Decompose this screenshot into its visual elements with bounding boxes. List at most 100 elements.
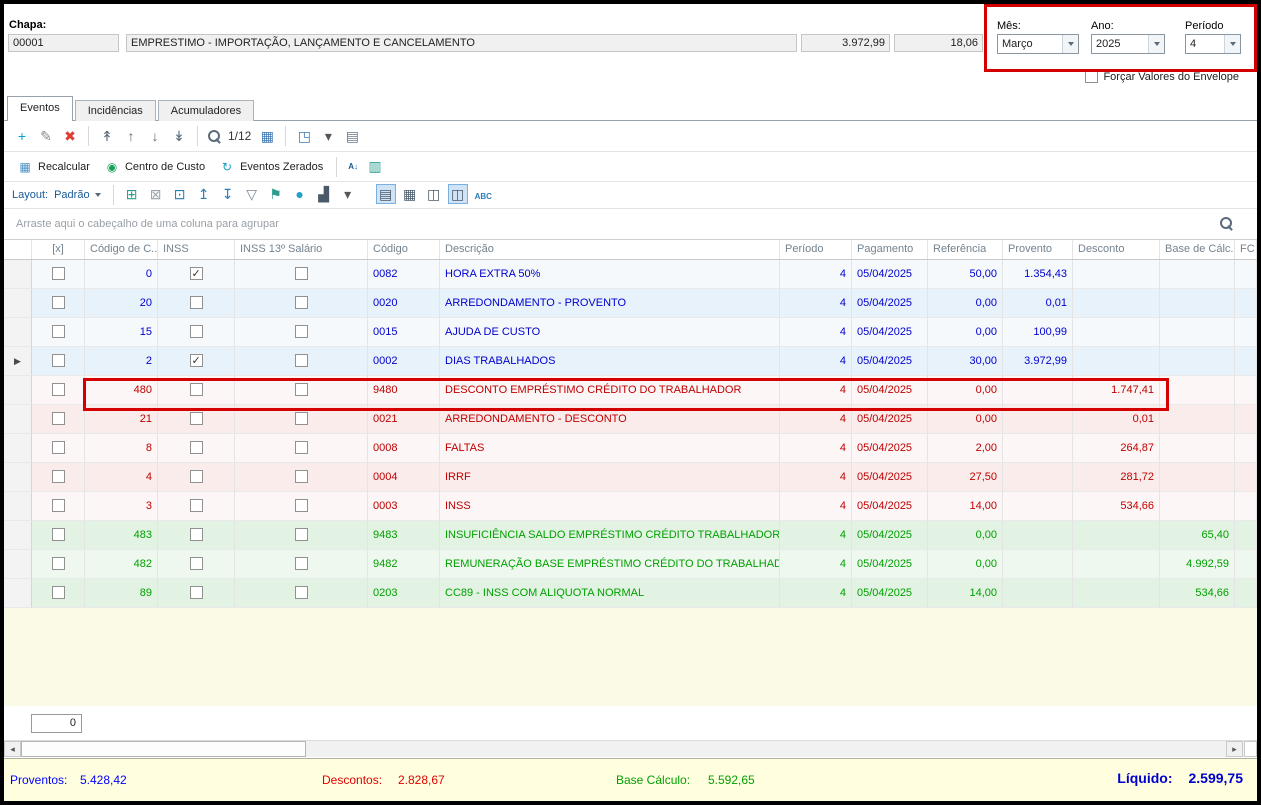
inss-checkbox[interactable]: [190, 354, 203, 367]
cell-pagamento[interactable]: 05/04/2025: [852, 550, 928, 579]
inss-checkbox[interactable]: [190, 586, 203, 599]
spell-check-icon[interactable]: ABC: [472, 186, 495, 206]
cell-base_calculo[interactable]: [1160, 405, 1235, 434]
cell-periodo[interactable]: 4: [780, 289, 852, 318]
inss13-checkbox[interactable]: [295, 470, 308, 483]
band-delete-icon[interactable]: ⊠: [146, 184, 166, 204]
cell-referencia[interactable]: 0,00: [928, 318, 1003, 347]
edit-record-icon[interactable]: ✎: [36, 126, 56, 146]
column-header-base-de-calc[interactable]: Base de Cálc...: [1160, 240, 1235, 259]
cell-periodo[interactable]: 4: [780, 579, 852, 608]
grid-row[interactable]: 890203CC89 - INSS COM ALIQUOTA NORMAL405…: [4, 579, 1257, 608]
cell-desconto[interactable]: 0,01: [1073, 405, 1160, 434]
row-select-checkbox[interactable]: [52, 325, 65, 338]
row-select-checkbox[interactable]: [52, 586, 65, 599]
view-grid-icon[interactable]: ▦: [400, 184, 420, 204]
cell-referencia[interactable]: 2,00: [928, 434, 1003, 463]
chart-icon[interactable]: ▟: [314, 184, 334, 204]
search-icon[interactable]: [206, 128, 222, 144]
add-record-icon[interactable]: +: [12, 126, 32, 146]
cell-desconto[interactable]: 1.747,41: [1073, 376, 1160, 405]
column-header-inss[interactable]: INSS: [158, 240, 235, 259]
cell-base_calculo[interactable]: [1160, 492, 1235, 521]
grid-row[interactable]: 80008FALTAS405/04/20252,00264,87: [4, 434, 1257, 463]
cell-referencia[interactable]: 0,00: [928, 376, 1003, 405]
save-grid-icon[interactable]: ▥: [365, 157, 385, 177]
filter-icon[interactable]: ▽: [242, 184, 262, 204]
cell-pagamento[interactable]: 05/04/2025: [852, 376, 928, 405]
cell-periodo[interactable]: 4: [780, 463, 852, 492]
cell-desconto[interactable]: [1073, 550, 1160, 579]
export-caret-icon[interactable]: ▾: [318, 126, 338, 146]
cell-pagamento[interactable]: 05/04/2025: [852, 347, 928, 376]
grid-row[interactable]: 4809480DESCONTO EMPRÉSTIMO CRÉDITO DO TR…: [4, 376, 1257, 405]
cell-referencia[interactable]: 27,50: [928, 463, 1003, 492]
view-split-icon[interactable]: ◫: [448, 184, 468, 204]
cell-codigo[interactable]: 0082: [368, 260, 440, 289]
cell-desconto[interactable]: [1073, 318, 1160, 347]
cell-provento[interactable]: [1003, 579, 1073, 608]
sphere-icon[interactable]: ●: [290, 184, 310, 204]
inss-checkbox[interactable]: [190, 383, 203, 396]
inss13-checkbox[interactable]: [295, 354, 308, 367]
cell-fc[interactable]: [1235, 492, 1257, 521]
column-header-pagamento[interactable]: Pagamento: [852, 240, 928, 259]
cell-codigo_calculo[interactable]: 4: [85, 463, 158, 492]
cell-referencia[interactable]: 14,00: [928, 579, 1003, 608]
grid-row[interactable]: 4839483INSUFICIÊNCIA SALDO EMPRÉSTIMO CR…: [4, 521, 1257, 550]
row-select-checkbox[interactable]: [52, 470, 65, 483]
cell-periodo[interactable]: 4: [780, 492, 852, 521]
cell-periodo[interactable]: 4: [780, 434, 852, 463]
sort-az-icon[interactable]: A↓: [345, 157, 361, 177]
cell-desconto[interactable]: [1073, 347, 1160, 376]
scroll-left-icon[interactable]: ◂: [4, 741, 21, 757]
cell-codigo[interactable]: 9480: [368, 376, 440, 405]
cell-pagamento[interactable]: 05/04/2025: [852, 463, 928, 492]
view-horizontal-icon[interactable]: ▤: [376, 184, 396, 204]
chapa-value-field[interactable]: 00001: [8, 34, 119, 52]
cell-codigo[interactable]: 0020: [368, 289, 440, 318]
cell-codigo[interactable]: 0008: [368, 434, 440, 463]
cell-fc[interactable]: [1235, 260, 1257, 289]
inss13-checkbox[interactable]: [295, 528, 308, 541]
next-record-icon[interactable]: ↓: [145, 126, 165, 146]
inss13-checkbox[interactable]: [295, 586, 308, 599]
cell-descricao[interactable]: INSS: [440, 492, 780, 521]
cell-pagamento[interactable]: 05/04/2025: [852, 434, 928, 463]
row-select-checkbox[interactable]: [52, 557, 65, 570]
grid-row[interactable]: 150015AJUDA DE CUSTO405/04/20250,00100,9…: [4, 318, 1257, 347]
cell-codigo_calculo[interactable]: 0: [85, 260, 158, 289]
cell-codigo_calculo[interactable]: 482: [85, 550, 158, 579]
band-insert-icon[interactable]: ⊞: [122, 184, 142, 204]
inss-checkbox[interactable]: [190, 412, 203, 425]
cell-provento[interactable]: [1003, 521, 1073, 550]
cell-base_calculo[interactable]: [1160, 347, 1235, 376]
inss-checkbox[interactable]: [190, 499, 203, 512]
cell-fc[interactable]: [1235, 579, 1257, 608]
grid-row[interactable]: 4829482REMUNERAÇÃO BASE EMPRÉSTIMO CRÉDI…: [4, 550, 1257, 579]
cell-fc[interactable]: [1235, 347, 1257, 376]
export-grid-icon[interactable]: ⊡: [170, 184, 190, 204]
cell-desconto[interactable]: [1073, 260, 1160, 289]
cell-fc[interactable]: [1235, 434, 1257, 463]
row-select-checkbox[interactable]: [52, 267, 65, 280]
cell-pagamento[interactable]: 05/04/2025: [852, 579, 928, 608]
cell-base_calculo[interactable]: [1160, 260, 1235, 289]
cell-codigo_calculo[interactable]: 8: [85, 434, 158, 463]
row-select-checkbox[interactable]: [52, 499, 65, 512]
cell-codigo_calculo[interactable]: 20: [85, 289, 158, 318]
cell-codigo[interactable]: 0004: [368, 463, 440, 492]
value-field-2[interactable]: 18,06: [894, 34, 983, 52]
cell-pagamento[interactable]: 05/04/2025: [852, 405, 928, 434]
cell-referencia[interactable]: 0,00: [928, 405, 1003, 434]
column-header-desconto[interactable]: Desconto: [1073, 240, 1160, 259]
first-record-icon[interactable]: ↟: [97, 126, 117, 146]
pin-icon[interactable]: ⚑: [266, 184, 286, 204]
column-header-provento[interactable]: Provento: [1003, 240, 1073, 259]
row-select-checkbox[interactable]: [52, 383, 65, 396]
cell-fc[interactable]: [1235, 463, 1257, 492]
cell-referencia[interactable]: 30,00: [928, 347, 1003, 376]
cell-fc[interactable]: [1235, 405, 1257, 434]
row-select-checkbox[interactable]: [52, 441, 65, 454]
cell-codigo_calculo[interactable]: 89: [85, 579, 158, 608]
